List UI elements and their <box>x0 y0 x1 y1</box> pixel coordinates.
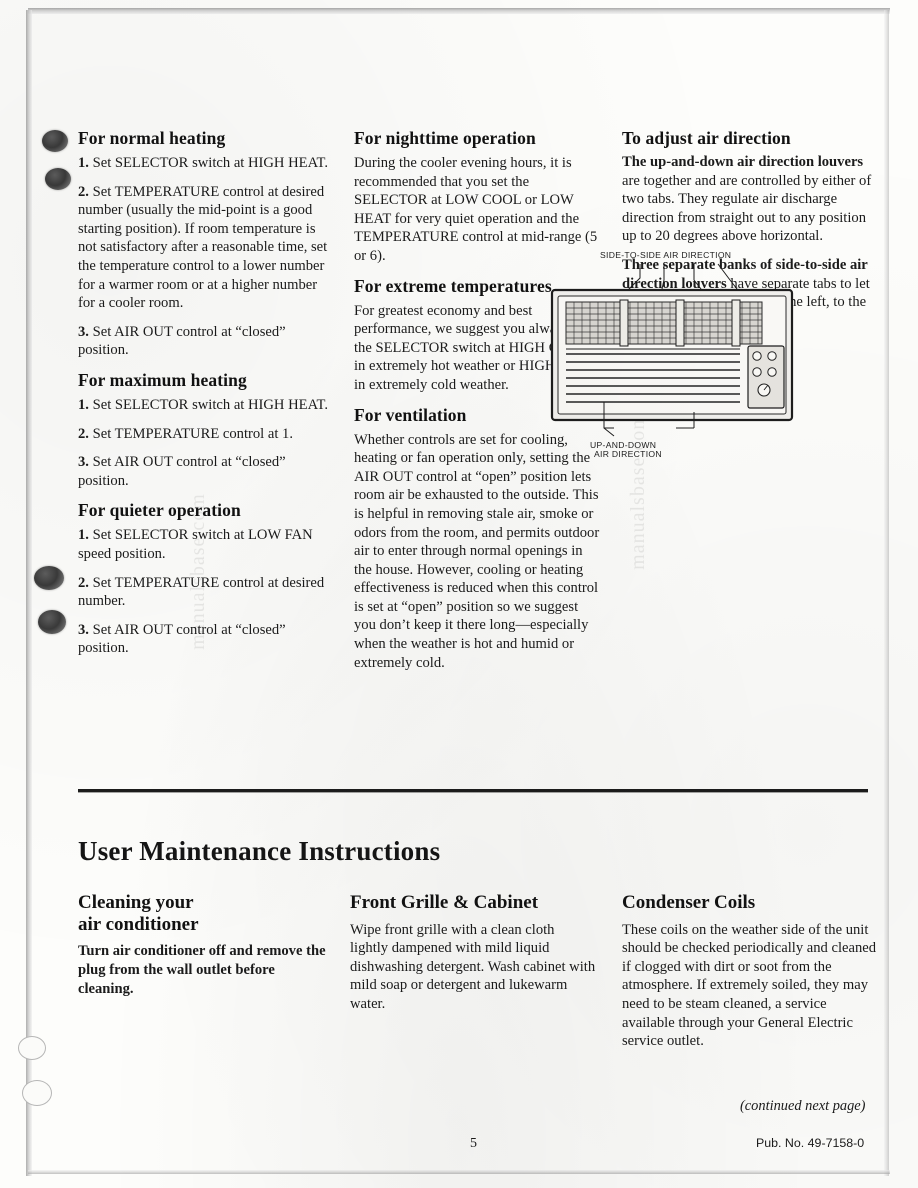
step-number: 1. <box>78 527 89 544</box>
body-text: are together and are controlled by eithe… <box>622 172 872 245</box>
scan-edge-top <box>28 8 890 14</box>
section-heading: To adjust air direction <box>622 128 791 148</box>
maintenance-body: Wipe front grille with a clean cloth lig… <box>350 921 596 1013</box>
step-item: 1. Set SELECTOR switch at HIGH HEAT. <box>78 396 330 415</box>
maintenance-column-coils: Condenser Coils These coils on the weath… <box>622 892 878 1051</box>
step-number: 3. <box>78 454 89 471</box>
step-number: 2. <box>78 183 89 200</box>
maintenance-title: User Maintenance Instructions <box>78 836 441 866</box>
continued-note: (continued next page) <box>740 1098 866 1114</box>
step-text: Set TEMPERATURE control at desired numbe… <box>78 574 325 610</box>
maintenance-body: These coils on the weather side of the u… <box>622 921 877 1050</box>
step-number: 2. <box>78 574 89 591</box>
binder-hole <box>42 130 68 152</box>
maintenance-heading: Cleaning your air conditioner <box>78 892 328 935</box>
section-heading: For quieter operation <box>78 500 241 521</box>
step-item: 3. Set AIR OUT control at “closed” posit… <box>78 323 330 360</box>
step-text: Set AIR OUT control at “closed” position… <box>78 454 286 489</box>
step-text: Set TEMPERATURE control at 1. <box>88 425 293 442</box>
section-body: During the cooler evening hours, it is r… <box>354 155 598 264</box>
scan-edge-left <box>26 10 32 1176</box>
maintenance-heading: Front Grille & Cabinet <box>350 892 539 913</box>
scan-edge-right <box>884 10 889 1176</box>
step-number: 3. <box>78 621 89 638</box>
step-text: Set AIR OUT control at “closed” position… <box>78 621 286 657</box>
binder-hole <box>38 610 66 634</box>
binder-hole <box>45 168 71 190</box>
air-direction-diagram: SIDE-TO-SIDE AIR DIRECTION UP-AND-DOWN A… <box>544 250 802 465</box>
step-number: 1. <box>78 396 89 413</box>
step-item: 2. Set TEMPERATURE control at 1. <box>78 425 330 444</box>
binder-hole-outline <box>18 1036 46 1060</box>
step-number: 2. <box>78 425 89 442</box>
step-item: 3. Set AIR OUT control at “closed” posit… <box>78 453 330 490</box>
maintenance-heading-line2: air conditioner <box>78 913 199 935</box>
maintenance-heading: Condenser Coils <box>622 892 756 913</box>
section-divider <box>78 789 868 793</box>
step-text: Set TEMPERATURE control at desired numbe… <box>78 183 328 312</box>
binder-hole-outline <box>22 1080 52 1106</box>
step-number: 1. <box>78 155 89 171</box>
maintenance-heading-line1: Cleaning your <box>78 892 194 913</box>
maintenance-column-grille: Front Grille & Cabinet Wipe front grille… <box>350 892 596 1014</box>
step-item: 2. Set TEMPERATURE control at desired nu… <box>78 574 330 611</box>
air-conditioner-illustration <box>550 263 794 437</box>
section-heading: For maximum heating <box>78 369 247 390</box>
section-body: Whether controls are set for cooling, he… <box>354 431 600 671</box>
step-number: 3. <box>78 323 89 340</box>
maintenance-body: Turn air conditioner off and remove the … <box>78 943 326 997</box>
publication-number: Pub. No. 49-7158-0 <box>756 1136 865 1150</box>
lead-in-text: The up-and-down air direction louvers <box>622 154 864 170</box>
step-item: 1. Set SELECTOR switch at LOW FAN speed … <box>78 526 330 563</box>
scanned-page: manualsbase.com manualsbase.com For norm… <box>0 0 918 1188</box>
section-heading: For nighttime operation <box>354 128 536 148</box>
section-body: The up-and-down air direction louvers ar… <box>622 153 872 246</box>
step-item: 3. Set AIR OUT control at “closed” posit… <box>78 621 330 658</box>
maintenance-column-cleaning: Cleaning your air conditioner Turn air c… <box>78 892 328 998</box>
column-normal-heating: For normal heating 1. Set SELECTOR switc… <box>78 128 330 658</box>
step-text: Set SELECTOR switch at HIGH HEAT. <box>88 155 328 171</box>
scan-edge-bottom <box>28 1170 890 1174</box>
page-number: 5 <box>470 1136 477 1151</box>
step-item: 1. Set SELECTOR switch at HIGH HEAT. <box>78 154 330 173</box>
section-heading: For normal heating <box>78 128 226 148</box>
step-text: Set SELECTOR switch at LOW FAN speed pos… <box>78 527 313 562</box>
step-text: Set AIR OUT control at “closed” position… <box>78 323 286 359</box>
step-text: Set SELECTOR switch at HIGH HEAT. <box>88 396 328 413</box>
binder-hole <box>34 566 64 590</box>
step-item: 2. Set TEMPERATURE control at desired nu… <box>78 183 330 313</box>
diagram-label-air-direction: AIR DIRECTION <box>594 449 662 459</box>
diagram-label-side-to-side: SIDE-TO-SIDE AIR DIRECTION <box>600 250 732 260</box>
